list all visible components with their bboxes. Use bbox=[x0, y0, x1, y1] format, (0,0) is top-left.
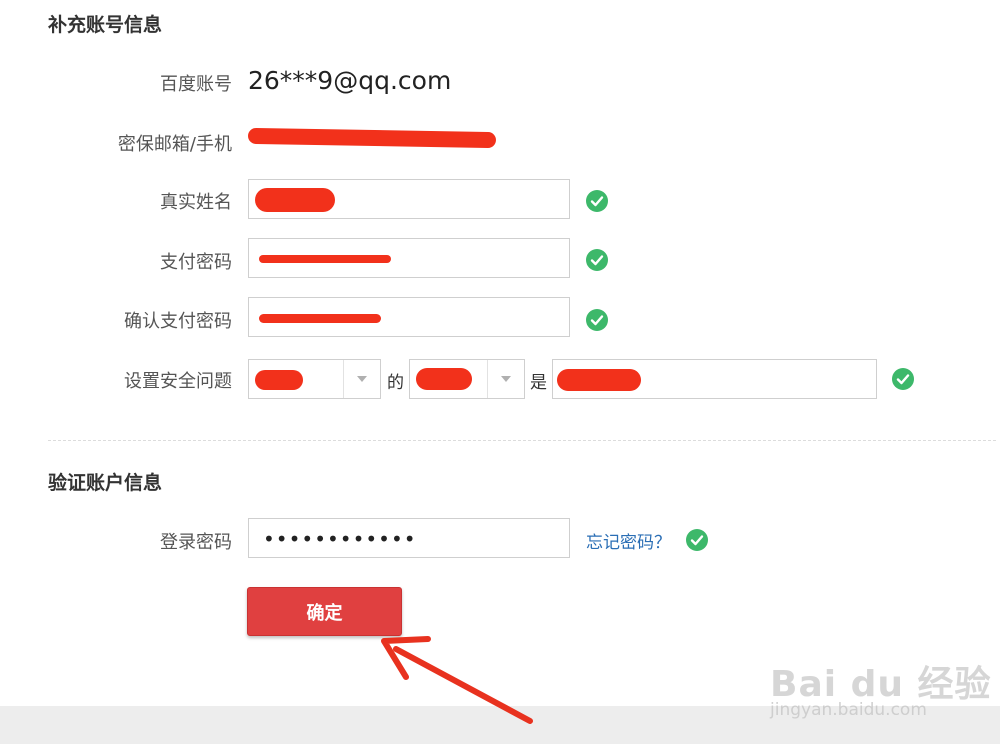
real-name-label: 真实姓名 bbox=[160, 192, 232, 213]
pay-password-input[interactable] bbox=[248, 238, 570, 278]
forgot-password-link[interactable]: 忘记密码？ bbox=[586, 528, 671, 553]
security-question-label: 设置安全问题 bbox=[124, 371, 232, 392]
login-password-check-icon bbox=[686, 529, 708, 551]
section-title-supplement: 补充账号信息 bbox=[48, 14, 163, 36]
pay-password-redaction bbox=[259, 255, 391, 263]
section-divider bbox=[48, 440, 996, 441]
login-password-input[interactable]: •••••••••••• bbox=[248, 518, 570, 558]
confirm-pay-password-input[interactable] bbox=[248, 297, 570, 337]
watermark-url: jingyan.baidu.com bbox=[770, 700, 927, 720]
security-answer-redaction bbox=[557, 369, 641, 391]
arrow-annotation-icon bbox=[381, 636, 533, 724]
question-joiner-of: 的 bbox=[387, 373, 404, 393]
confirm-pay-password-check-icon bbox=[586, 309, 608, 331]
section-title-verify: 验证账户信息 bbox=[48, 472, 163, 494]
security-question-select-1[interactable] bbox=[248, 359, 381, 399]
security-answer-input[interactable] bbox=[552, 359, 877, 399]
login-password-label: 登录密码 bbox=[160, 532, 232, 553]
question-select-1-redaction bbox=[255, 370, 303, 390]
confirm-pay-password-redaction bbox=[259, 314, 381, 323]
account-label: 百度账号 bbox=[160, 74, 232, 95]
real-name-redaction bbox=[255, 188, 335, 212]
question-select-2-redaction bbox=[416, 368, 472, 390]
account-value: 26***9@qq.com bbox=[248, 66, 452, 95]
login-password-value: •••••••••••• bbox=[263, 527, 417, 551]
chevron-down-icon bbox=[487, 360, 524, 398]
confirm-pay-password-label: 确认支付密码 bbox=[124, 311, 232, 332]
pay-password-label: 支付密码 bbox=[160, 252, 232, 273]
security-question-check-icon bbox=[892, 368, 914, 390]
security-question-select-2[interactable] bbox=[409, 359, 525, 399]
real-name-check-icon bbox=[586, 190, 608, 212]
security-contact-label: 密保邮箱/手机 bbox=[117, 134, 232, 155]
chevron-down-icon bbox=[343, 360, 380, 398]
question-joiner-is: 是 bbox=[530, 373, 547, 393]
security-contact-redaction bbox=[247, 127, 497, 149]
pay-password-check-icon bbox=[586, 249, 608, 271]
real-name-input[interactable] bbox=[248, 179, 570, 219]
